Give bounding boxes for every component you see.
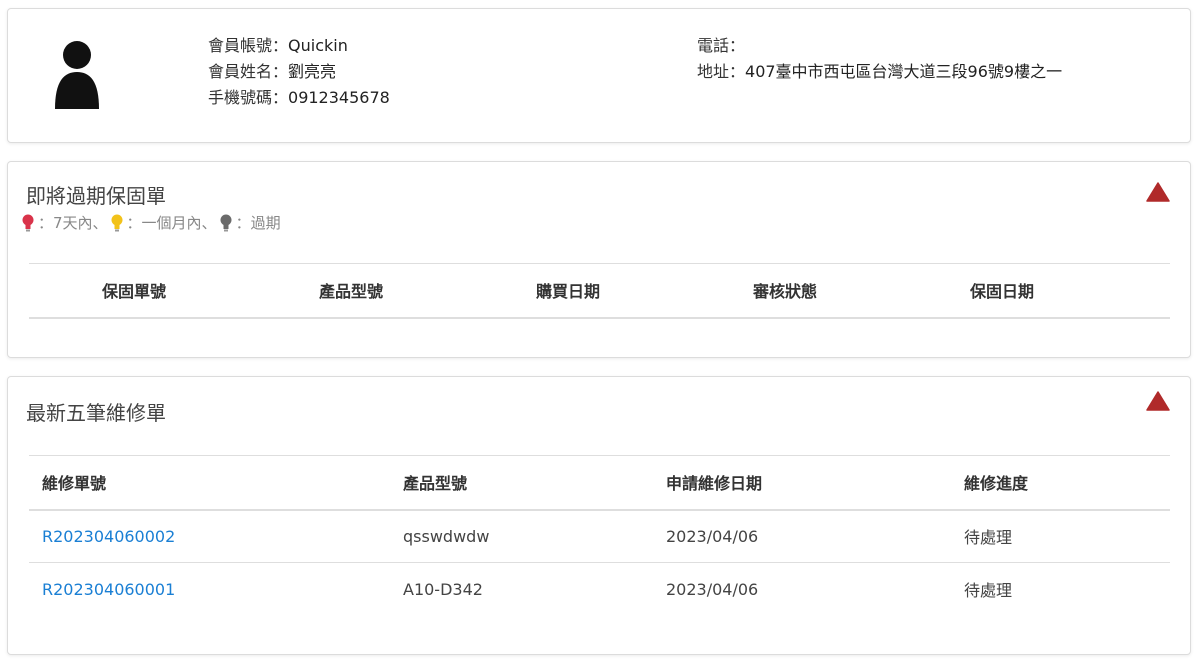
red-lightbulb-icon — [22, 214, 34, 231]
warranty-legend: ：7天內、 ：一個月內、 ：過期 — [22, 212, 284, 233]
repair-table-header-row: 維修單號 產品型號 申請維修日期 維修進度 — [29, 455, 1170, 511]
warranty-col-number: 保固單號 — [29, 263, 246, 319]
repair-number-cell: R202304060001 — [29, 563, 390, 616]
warranty-collapse-triangle-icon[interactable] — [1146, 182, 1170, 202]
repair-col-apply-date: 申請維修日期 — [653, 455, 951, 511]
member-account-value: Quickin — [288, 36, 348, 55]
yellow-lightbulb-icon — [111, 214, 123, 231]
member-name-label: 會員姓名： — [208, 62, 289, 81]
legend-gray-text: ：過期 — [235, 214, 281, 232]
repair-date-cell: 2023/04/06 — [666, 579, 759, 599]
warranty-table: 保固單號 產品型號 購買日期 審核狀態 保固日期 — [29, 263, 1170, 319]
repair-collapse-triangle-icon[interactable] — [1146, 391, 1170, 411]
repair-number-cell: R202304060002 — [29, 509, 390, 563]
member-info-right: 電話： 地址：407臺中市西屯區台灣大道三段96號9樓之一 — [697, 33, 1062, 85]
member-address-row: 地址：407臺中市西屯區台灣大道三段96號9樓之一 — [697, 59, 1062, 85]
repair-col-number: 維修單號 — [29, 455, 390, 511]
member-info-left: 會員帳號：Quickin 會員姓名：劉亮亮 手機號碼：0912345678 — [208, 33, 390, 111]
gray-lightbulb-icon — [220, 214, 232, 231]
member-address-label: 地址： — [697, 62, 746, 81]
legend-yellow-text: ：一個月內、 — [126, 214, 217, 232]
warranty-col-review-status: 審核狀態 — [680, 263, 897, 319]
expiring-warranty-card: 即將過期保固單 ：7天內、 ：一個月內、 ：過期 保固單號 產品型號 購買日期 … — [7, 161, 1191, 358]
latest-repair-orders-card: 最新五筆維修單 維修單號 產品型號 申請維修日期 維修進度 R202304060… — [7, 376, 1191, 655]
warranty-table-header-row: 保固單號 產品型號 購買日期 審核狀態 保固日期 — [29, 263, 1170, 319]
table-row: R202304060002 qsswdwdw 2023/04/06 待處理 — [29, 509, 1170, 563]
member-mobile-label: 手機號碼： — [208, 88, 289, 107]
member-name-row: 會員姓名：劉亮亮 — [208, 59, 390, 85]
repair-status-cell: 待處理 — [951, 509, 1170, 563]
repair-order-link[interactable]: R202304060002 — [42, 527, 175, 546]
repair-col-model: 產品型號 — [390, 455, 653, 511]
member-phone-row: 電話： — [697, 33, 1062, 59]
member-account-row: 會員帳號：Quickin — [208, 33, 390, 59]
repair-model-cell: qsswdwdw — [390, 509, 653, 563]
member-profile-card: 會員帳號：Quickin 會員姓名：劉亮亮 手機號碼：0912345678 電話… — [7, 8, 1191, 143]
warranty-card-title: 即將過期保固單 — [26, 184, 166, 208]
repair-table: 維修單號 產品型號 申請維修日期 維修進度 R202304060002 qssw… — [29, 455, 1170, 616]
member-phone-label: 電話： — [697, 36, 746, 55]
warranty-col-purchase-date: 購買日期 — [463, 263, 680, 319]
warranty-col-warranty-date: 保固日期 — [897, 263, 1170, 319]
member-mobile-value: 0912345678 — [288, 88, 390, 107]
legend-red-text: ：7天內、 — [38, 214, 108, 232]
repair-date-cell: 2023/04/06 — [653, 509, 951, 563]
warranty-col-model: 產品型號 — [246, 263, 463, 319]
repair-status-cell: 待處理 — [964, 581, 1013, 601]
member-account-label: 會員帳號： — [208, 36, 289, 55]
repair-card-title: 最新五筆維修單 — [26, 401, 166, 425]
user-avatar-icon — [55, 41, 99, 109]
table-row: R202304060001 A10-D342 2023/04/06 待處理 — [29, 563, 1170, 616]
repair-model-cell: A10-D342 — [403, 579, 483, 599]
member-address-value: 407臺中市西屯區台灣大道三段96號9樓之一 — [745, 62, 1063, 81]
member-name-value: 劉亮亮 — [288, 62, 337, 81]
member-mobile-row: 手機號碼：0912345678 — [208, 85, 390, 111]
repair-col-progress: 維修進度 — [951, 455, 1170, 511]
repair-order-link[interactable]: R202304060001 — [42, 580, 175, 599]
